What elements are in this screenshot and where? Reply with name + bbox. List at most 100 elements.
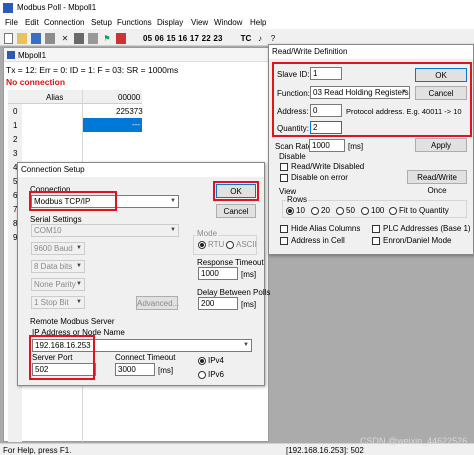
connect-timeout-input[interactable]: 3000	[115, 363, 155, 376]
parity-value: None Parity	[34, 280, 76, 289]
response-timeout-input[interactable]: 1000	[198, 267, 238, 280]
rows-100-radio[interactable]	[361, 207, 369, 215]
status-bar: For Help, press F1. [192.168.16.253]: 50…	[0, 436, 474, 455]
parity-select[interactable]: None Parity ▼	[31, 278, 85, 291]
function-codes[interactable]: 05 06 15 16 17 22 23	[143, 33, 235, 44]
read-write-dialog: Read/Write Definition Slave ID: 1 Functi…	[268, 44, 474, 255]
poll-status-line: Tx = 12: Err = 0: ID = 1: F = 03: SR = 1…	[6, 65, 179, 75]
response-timeout-unit: [ms]	[241, 270, 257, 279]
connection-setup-dialog: Connection Setup Connection Modbus TCP/I…	[17, 162, 270, 386]
row-num-2: 2	[13, 135, 18, 144]
ascii-radio[interactable]	[226, 241, 234, 249]
stop-bit-select[interactable]: 1 Stop Bit ▼	[31, 296, 85, 309]
data-bits-select[interactable]: 8 Data bits ▼	[31, 260, 85, 273]
open-folder-icon[interactable]	[17, 33, 27, 44]
stop-bit-value: 1 Stop Bit	[34, 298, 69, 307]
mode-group-title: Mode	[196, 229, 219, 238]
remote-highlight-box	[29, 335, 95, 380]
menu-window[interactable]: Window	[214, 18, 242, 27]
ipv6-label: IPv6	[208, 370, 225, 379]
menu-file[interactable]: File	[5, 18, 18, 27]
rows-20-label: 20	[321, 206, 330, 215]
chevron-down-icon: ▼	[76, 245, 82, 251]
rw-disabled-checkbox[interactable]	[280, 163, 288, 171]
disconnect-icon[interactable]	[88, 33, 98, 44]
rows-10-radio[interactable]	[286, 207, 294, 215]
close-window-icon[interactable]: ✕	[60, 33, 70, 44]
delay-polls-unit: [ms]	[241, 300, 257, 309]
menu-edit[interactable]: Edit	[25, 18, 39, 27]
advanced-button[interactable]: Advanced...	[136, 296, 179, 310]
response-timeout-label: Response Timeout	[197, 258, 264, 267]
app-icon	[3, 3, 13, 13]
rows-10-label: 10	[296, 206, 305, 215]
read-icon[interactable]	[116, 33, 126, 44]
menu-view[interactable]: View	[191, 18, 208, 27]
watermark-text: CSDN @weixin_44622526	[360, 436, 468, 446]
poll-window-title-bar: Mbpoll1	[4, 48, 268, 62]
baud-select[interactable]: 9600 Baud ▼	[31, 242, 85, 255]
rw-once-button[interactable]: Read/Write Once	[407, 170, 467, 195]
conn-cancel-button[interactable]: Cancel	[216, 204, 256, 218]
ok-highlight-box	[213, 181, 259, 201]
rows-100-label: 100	[371, 206, 385, 215]
rtu-radio[interactable]	[198, 241, 206, 249]
rows-20-radio[interactable]	[311, 207, 319, 215]
rows-50-label: 50	[346, 206, 355, 215]
connect-timeout-label: Connect Timeout	[115, 353, 176, 362]
chevron-down-icon: ▼	[76, 263, 82, 269]
plc-addresses-checkbox[interactable]	[372, 225, 380, 233]
rw-highlight-box	[272, 62, 472, 137]
rows-50-radio[interactable]	[336, 207, 344, 215]
delay-polls-input[interactable]: 200	[198, 297, 238, 310]
chevron-down-icon: ▼	[170, 198, 176, 204]
new-file-icon[interactable]	[4, 33, 13, 44]
apply-button[interactable]: Apply	[415, 138, 467, 152]
app-title-bar: Modbus Poll - Mbpoll1	[0, 0, 474, 16]
menu-connection[interactable]: Connection	[44, 18, 84, 27]
scan-rate-unit: [ms]	[348, 142, 364, 151]
row-num-1: 1	[13, 121, 18, 130]
help-icon[interactable]: ?	[268, 33, 278, 44]
remote-server-title: Remote Modbus Server	[30, 317, 115, 326]
rows-fit-radio[interactable]	[389, 207, 397, 215]
chevron-down-icon: ▼	[76, 299, 82, 305]
row-num-0: 0	[13, 107, 18, 116]
menu-help[interactable]: Help	[250, 18, 266, 27]
hide-alias-checkbox[interactable]	[280, 225, 288, 233]
data-bits-value: 8 Data bits	[34, 262, 73, 271]
rows-fit-label: Fit to Quantity	[399, 206, 449, 215]
row-num-3: 3	[13, 149, 18, 158]
enron-mode-label: Enron/Daniel Mode	[383, 236, 452, 245]
poll-window-icon	[7, 51, 15, 59]
menu-functions[interactable]: Functions	[117, 18, 152, 27]
status-help-text: For Help, press F1.	[3, 446, 72, 455]
com-port-select[interactable]: COM10 ▼	[31, 224, 179, 237]
com-port-value: COM10	[34, 226, 62, 235]
address-in-cell-label: Address in Cell	[291, 236, 345, 245]
single-read-icon[interactable]: ⚑	[102, 33, 112, 44]
menu-setup[interactable]: Setup	[91, 18, 112, 27]
enron-mode-checkbox[interactable]	[372, 237, 380, 245]
disable-on-error-checkbox[interactable]	[280, 174, 288, 182]
ascii-label: ASCII	[236, 240, 257, 249]
connect-icon[interactable]	[74, 33, 84, 44]
row-0-value[interactable]: 225373	[116, 107, 143, 116]
plc-addresses-label: PLC Addresses (Base 1)	[383, 224, 471, 233]
connection-highlight-box	[29, 191, 117, 211]
test-center-button[interactable]: TC	[239, 33, 253, 44]
rw-dialog-title: Read/Write Definition	[269, 45, 473, 59]
bell-icon[interactable]: ♪	[255, 33, 265, 44]
no-connection-text: No connection	[6, 77, 66, 87]
menu-bar: File Edit Connection Setup Functions Dis…	[0, 16, 474, 29]
scan-rate-input[interactable]: 1000	[309, 139, 345, 152]
app-title: Modbus Poll - Mbpoll1	[17, 3, 97, 12]
address-in-cell-checkbox[interactable]	[280, 237, 288, 245]
print-icon[interactable]	[45, 33, 55, 44]
save-icon[interactable]	[31, 33, 41, 44]
chevron-down-icon: ▼	[170, 227, 176, 233]
ipv6-radio[interactable]	[198, 371, 206, 379]
row-1-value: ---	[132, 120, 140, 129]
menu-display[interactable]: Display	[157, 18, 183, 27]
ipv4-radio[interactable]	[198, 357, 206, 365]
